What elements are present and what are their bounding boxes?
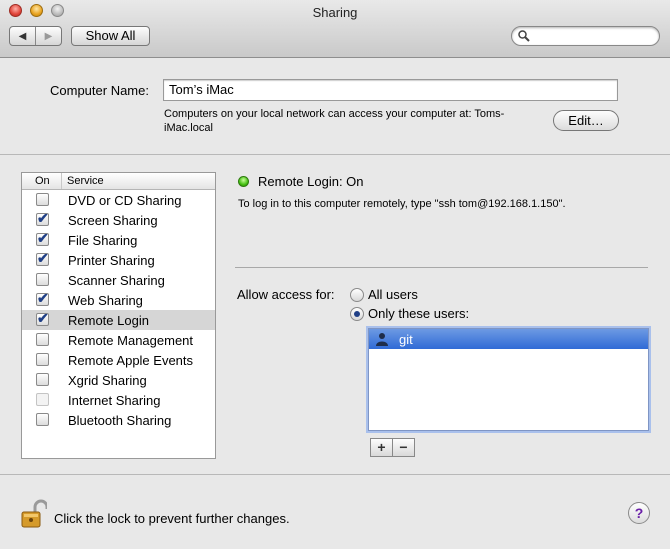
service-checkbox[interactable]: ✔ bbox=[36, 210, 49, 226]
service-label: Remote Management bbox=[68, 333, 194, 348]
status-indicator-icon bbox=[238, 176, 249, 187]
service-checkbox[interactable]: ✔ bbox=[36, 250, 49, 266]
service-row[interactable]: Remote Management bbox=[22, 330, 215, 350]
column-header-on[interactable]: On bbox=[35, 175, 50, 187]
remove-user-button[interactable]: − bbox=[393, 439, 414, 456]
computer-name-field[interactable]: Tom’s iMac bbox=[163, 79, 618, 101]
service-label: DVD or CD Sharing bbox=[68, 193, 182, 208]
user-row[interactable]: git bbox=[369, 329, 648, 349]
service-row[interactable]: Internet Sharing bbox=[22, 390, 215, 410]
checkmark-icon: ✔ bbox=[37, 230, 49, 246]
service-row[interactable]: Remote Apple Events bbox=[22, 350, 215, 370]
service-row[interactable]: DVD or CD Sharing bbox=[22, 190, 215, 210]
service-label: Scanner Sharing bbox=[68, 273, 165, 288]
checkmark-icon: ✔ bbox=[37, 310, 49, 326]
service-checkbox[interactable]: ✔ bbox=[36, 310, 49, 326]
service-checkbox[interactable] bbox=[36, 273, 49, 286]
all-users-label[interactable]: All users bbox=[368, 287, 418, 302]
service-checkbox[interactable] bbox=[36, 373, 49, 386]
service-label: Xgrid Sharing bbox=[68, 373, 147, 388]
column-header-service[interactable]: Service bbox=[67, 175, 104, 187]
service-checkbox[interactable] bbox=[36, 393, 49, 406]
footer-divider bbox=[0, 474, 670, 475]
service-label: Bluetooth Sharing bbox=[68, 413, 172, 428]
checkmark-icon: ✔ bbox=[37, 290, 49, 306]
service-list: On Service DVD or CD Sharing ✔ Screen Shar… bbox=[21, 172, 216, 459]
service-label: Internet Sharing bbox=[68, 393, 161, 408]
search-field[interactable] bbox=[511, 26, 660, 46]
search-icon bbox=[518, 30, 530, 42]
allowed-users-list[interactable]: git bbox=[368, 328, 649, 431]
service-label: Web Sharing bbox=[68, 293, 143, 308]
service-row[interactable]: ✔ File Sharing bbox=[22, 230, 215, 250]
column-separator bbox=[61, 173, 62, 189]
show-all-button[interactable]: Show All bbox=[71, 26, 150, 46]
back-arrow-icon: ◀ bbox=[18, 30, 27, 42]
user-name: git bbox=[399, 332, 413, 347]
all-users-radio[interactable] bbox=[350, 288, 364, 302]
service-checkbox[interactable] bbox=[36, 193, 49, 206]
service-row[interactable]: Scanner Sharing bbox=[22, 270, 215, 290]
forward-button[interactable]: ▶ bbox=[36, 27, 61, 45]
detail-divider bbox=[235, 267, 648, 268]
back-forward-control: ◀ ▶ bbox=[9, 26, 62, 46]
add-user-button[interactable]: + bbox=[371, 439, 393, 456]
radio-selected-dot bbox=[354, 311, 360, 317]
service-checkbox[interactable] bbox=[36, 413, 49, 426]
help-button[interactable]: ? bbox=[628, 502, 650, 524]
service-checkbox[interactable]: ✔ bbox=[36, 230, 49, 246]
user-icon bbox=[376, 333, 388, 346]
edit-button[interactable]: Edit… bbox=[553, 110, 619, 131]
service-row[interactable]: ✔ Web Sharing bbox=[22, 290, 215, 310]
service-row[interactable]: ✔ Screen Sharing bbox=[22, 210, 215, 230]
service-checkbox[interactable] bbox=[36, 353, 49, 366]
service-label: Remote Apple Events bbox=[68, 353, 194, 368]
checkmark-icon: ✔ bbox=[37, 250, 49, 266]
lock-icon[interactable] bbox=[21, 499, 47, 529]
service-label: Screen Sharing bbox=[68, 213, 158, 228]
service-row[interactable]: ✔ Printer Sharing bbox=[22, 250, 215, 270]
computer-name-description: Computers on your local network can acce… bbox=[164, 108, 505, 134]
section-divider bbox=[0, 154, 670, 155]
only-these-users-label[interactable]: Only these users: bbox=[368, 306, 469, 321]
service-row[interactable]: ✔ Remote Login bbox=[22, 310, 215, 330]
service-status: Remote Login: On bbox=[258, 174, 364, 189]
computer-name-label: Computer Name: bbox=[50, 83, 149, 98]
forward-arrow-icon: ▶ bbox=[44, 30, 53, 42]
checkmark-icon: ✔ bbox=[37, 210, 49, 226]
service-label: Printer Sharing bbox=[68, 253, 155, 268]
service-checkbox[interactable] bbox=[36, 333, 49, 346]
service-label: Remote Login bbox=[68, 313, 149, 328]
remote-login-hint: To log in to this computer remotely, typ… bbox=[238, 198, 566, 210]
lock-message: Click the lock to prevent further change… bbox=[54, 511, 290, 526]
service-checkbox[interactable]: ✔ bbox=[36, 290, 49, 306]
allow-access-label: Allow access for: bbox=[237, 287, 335, 302]
sharing-window: Sharing ◀ ▶ Show All Computer Name: Tom’… bbox=[0, 0, 670, 549]
service-row[interactable]: Bluetooth Sharing bbox=[22, 410, 215, 430]
service-row[interactable]: Xgrid Sharing bbox=[22, 370, 215, 390]
only-these-users-radio[interactable] bbox=[350, 307, 364, 321]
service-list-header: On Service bbox=[22, 173, 215, 190]
back-button[interactable]: ◀ bbox=[10, 27, 36, 45]
service-label: File Sharing bbox=[68, 233, 138, 248]
toolbar: Sharing ◀ ▶ Show All bbox=[0, 0, 670, 58]
add-remove-control: + − bbox=[370, 438, 415, 457]
window-title: Sharing bbox=[312, 5, 358, 20]
